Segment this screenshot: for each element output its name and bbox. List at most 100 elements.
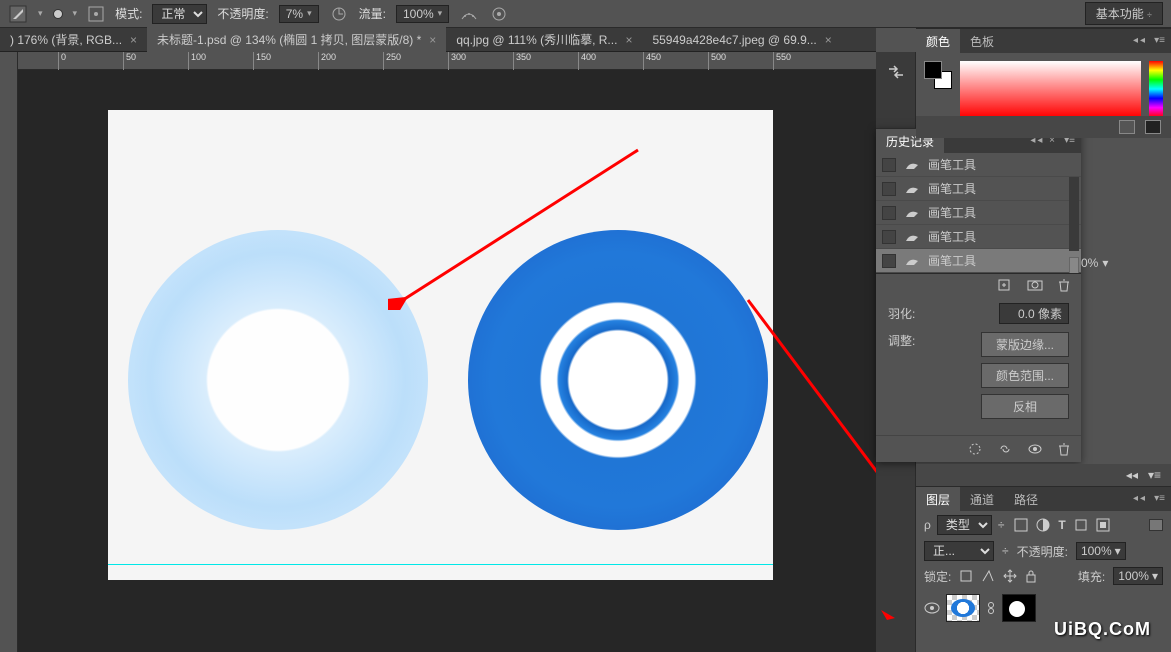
history-label: 画笔工具 <box>928 252 976 269</box>
history-item[interactable]: 画笔工具 <box>876 153 1081 177</box>
ruler-tick: 450 <box>643 52 661 70</box>
doc-tab[interactable]: qq.jpg @ 111% (秀川临摹, R...× <box>446 27 642 52</box>
pressure-opacity-icon[interactable] <box>329 6 349 22</box>
pressure-size-icon[interactable] <box>489 6 509 22</box>
layer-mask-thumbnail[interactable] <box>1002 594 1036 622</box>
close-icon[interactable]: × <box>825 33 832 47</box>
tab-layers[interactable]: 图层 <box>916 487 960 512</box>
layer-blend-select[interactable]: 正... <box>924 541 994 561</box>
trash-icon[interactable] <box>1057 442 1071 456</box>
camera-icon[interactable] <box>1027 278 1043 292</box>
trash-icon[interactable] <box>1057 278 1071 292</box>
history-label: 画笔工具 <box>928 156 976 173</box>
ruler-horizontal[interactable]: 0 50 100 150 200 250 300 350 400 450 500… <box>18 52 876 70</box>
lock-pixels-icon[interactable] <box>981 569 995 583</box>
scrollbar-thumb[interactable] <box>1069 257 1079 273</box>
tool-preset-icon[interactable] <box>8 4 28 24</box>
tab-swatches[interactable]: 色板 <box>960 29 1004 54</box>
chevron-down-icon[interactable]: ÷ <box>998 518 1005 532</box>
panel-menu-icon[interactable]: ▾≡ <box>1154 35 1165 46</box>
history-item[interactable]: 画笔工具 <box>876 177 1081 201</box>
canvas-viewport[interactable] <box>18 70 876 652</box>
history-item[interactable]: 画笔工具 <box>876 249 1081 273</box>
color-ramp[interactable] <box>960 61 1141 117</box>
history-panel: 历史记录 ◂◂ × ▾≡ 画笔工具 画笔工具 画笔工具 画笔工具 画笔工具 羽化… <box>876 128 1081 462</box>
mask-section: 羽化: 0.0 像素 调整: 蒙版边缘... 颜色范围... 反相 <box>876 295 1081 435</box>
tab-paths[interactable]: 路径 <box>1004 487 1048 512</box>
layer-row[interactable] <box>924 591 1163 625</box>
panel-menu-icon[interactable]: ▾≡ <box>1154 493 1165 504</box>
filter-kind-icon[interactable]: ρ <box>924 518 931 532</box>
panels-column: 颜色 色板 ◂◂ ▾≡ 历史记录 ◂◂ × ▾≡ 画笔工具 画笔工具 画 <box>876 28 1171 652</box>
filter-shape-icon[interactable] <box>1074 518 1088 532</box>
invert-button[interactable]: 反相 <box>981 394 1069 419</box>
dot-icon[interactable] <box>53 9 63 19</box>
collapse-bar: ◂◂ ▾≡ <box>916 464 1171 486</box>
tab-color[interactable]: 颜色 <box>916 29 960 54</box>
tab-channels[interactable]: 通道 <box>960 487 1004 512</box>
apply-mask-icon[interactable] <box>1027 442 1043 456</box>
foreground-color-swatch[interactable] <box>924 61 942 79</box>
mask-thumb-icon[interactable] <box>1119 120 1135 134</box>
blend-mode-select[interactable]: 正常 <box>152 4 207 24</box>
close-icon[interactable]: × <box>429 33 436 47</box>
filter-pixel-icon[interactable] <box>1014 518 1028 532</box>
ruler-tick: 400 <box>578 52 596 70</box>
history-checkbox[interactable] <box>882 206 896 220</box>
history-checkbox[interactable] <box>882 158 896 172</box>
mask-edge-button[interactable]: 蒙版边缘... <box>981 332 1069 357</box>
annotation-arrow <box>738 290 876 652</box>
doc-tab[interactable]: 55949a428e4c7.jpeg @ 69.9...× <box>642 29 841 51</box>
ruler-vertical[interactable] <box>0 52 18 652</box>
layer-opacity-value[interactable]: 100%▾ <box>1076 542 1126 560</box>
close-icon[interactable]: × <box>130 33 137 47</box>
visibility-toggle[interactable] <box>924 600 940 616</box>
layer-opacity-label: 不透明度: <box>1017 543 1068 560</box>
layer-thumbnail[interactable] <box>946 594 980 622</box>
chevron-down-icon[interactable]: ▾ <box>1102 256 1108 270</box>
link-icon[interactable] <box>986 601 996 615</box>
history-item[interactable]: 画笔工具 <box>876 201 1081 225</box>
flow-field[interactable]: 100%▾ <box>396 5 449 23</box>
workspace-switcher[interactable]: 基本功能 ÷ <box>1085 2 1163 25</box>
lock-transparent-icon[interactable] <box>959 569 973 583</box>
close-icon[interactable]: × <box>625 33 632 47</box>
hue-strip[interactable] <box>1149 61 1163 117</box>
chevron-down-icon[interactable]: ▾ <box>38 8 43 19</box>
link-icon[interactable] <box>997 442 1013 456</box>
lock-position-icon[interactable] <box>1003 569 1017 583</box>
doc-tab[interactable]: ) 176% (背景, RGB...× <box>0 27 147 52</box>
opacity-field[interactable]: 7%▾ <box>279 5 319 23</box>
collapse-icon[interactable]: ◂◂ <box>1126 468 1138 482</box>
collapse-icon[interactable]: ◂◂ <box>1133 493 1147 504</box>
brush-settings-icon[interactable] <box>87 5 105 23</box>
mask-mode-icon[interactable] <box>1145 120 1161 134</box>
airbrush-icon[interactable] <box>459 6 479 22</box>
panel-menu-icon[interactable]: ▾≡ <box>1148 468 1161 482</box>
scrollbar[interactable] <box>1069 177 1079 251</box>
fill-value[interactable]: 100%▾ <box>1113 567 1163 585</box>
color-range-button[interactable]: 颜色范围... <box>981 363 1069 388</box>
history-item[interactable]: 画笔工具 <box>876 225 1081 249</box>
density-value[interactable]: 0% <box>1081 256 1098 270</box>
chevron-down-icon[interactable]: ▾ <box>73 8 78 19</box>
guide-horizontal[interactable] <box>108 564 773 565</box>
history-checkbox[interactable] <box>882 254 896 268</box>
ruler-tick: 300 <box>448 52 466 70</box>
lock-all-icon[interactable] <box>1025 569 1037 583</box>
doc-tab[interactable]: 未标题-1.psd @ 134% (椭圆 1 拷贝, 图层蒙版/8) *× <box>147 27 446 52</box>
new-document-icon[interactable] <box>997 278 1013 292</box>
filter-text-icon[interactable]: T <box>1058 518 1065 532</box>
filter-kind-select[interactable]: 类型 <box>937 515 992 535</box>
history-checkbox[interactable] <box>882 182 896 196</box>
collapse-icon[interactable]: ◂◂ <box>1133 35 1147 46</box>
load-selection-icon[interactable] <box>967 442 983 456</box>
filter-smart-icon[interactable] <box>1096 518 1110 532</box>
feather-value[interactable]: 0.0 像素 <box>999 303 1069 324</box>
filter-toggle[interactable] <box>1149 519 1163 531</box>
filter-adjust-icon[interactable] <box>1036 518 1050 532</box>
history-label: 画笔工具 <box>928 204 976 221</box>
history-checkbox[interactable] <box>882 230 896 244</box>
swap-arrows-icon[interactable] <box>876 52 915 92</box>
fg-bg-swatch[interactable] <box>924 61 952 89</box>
